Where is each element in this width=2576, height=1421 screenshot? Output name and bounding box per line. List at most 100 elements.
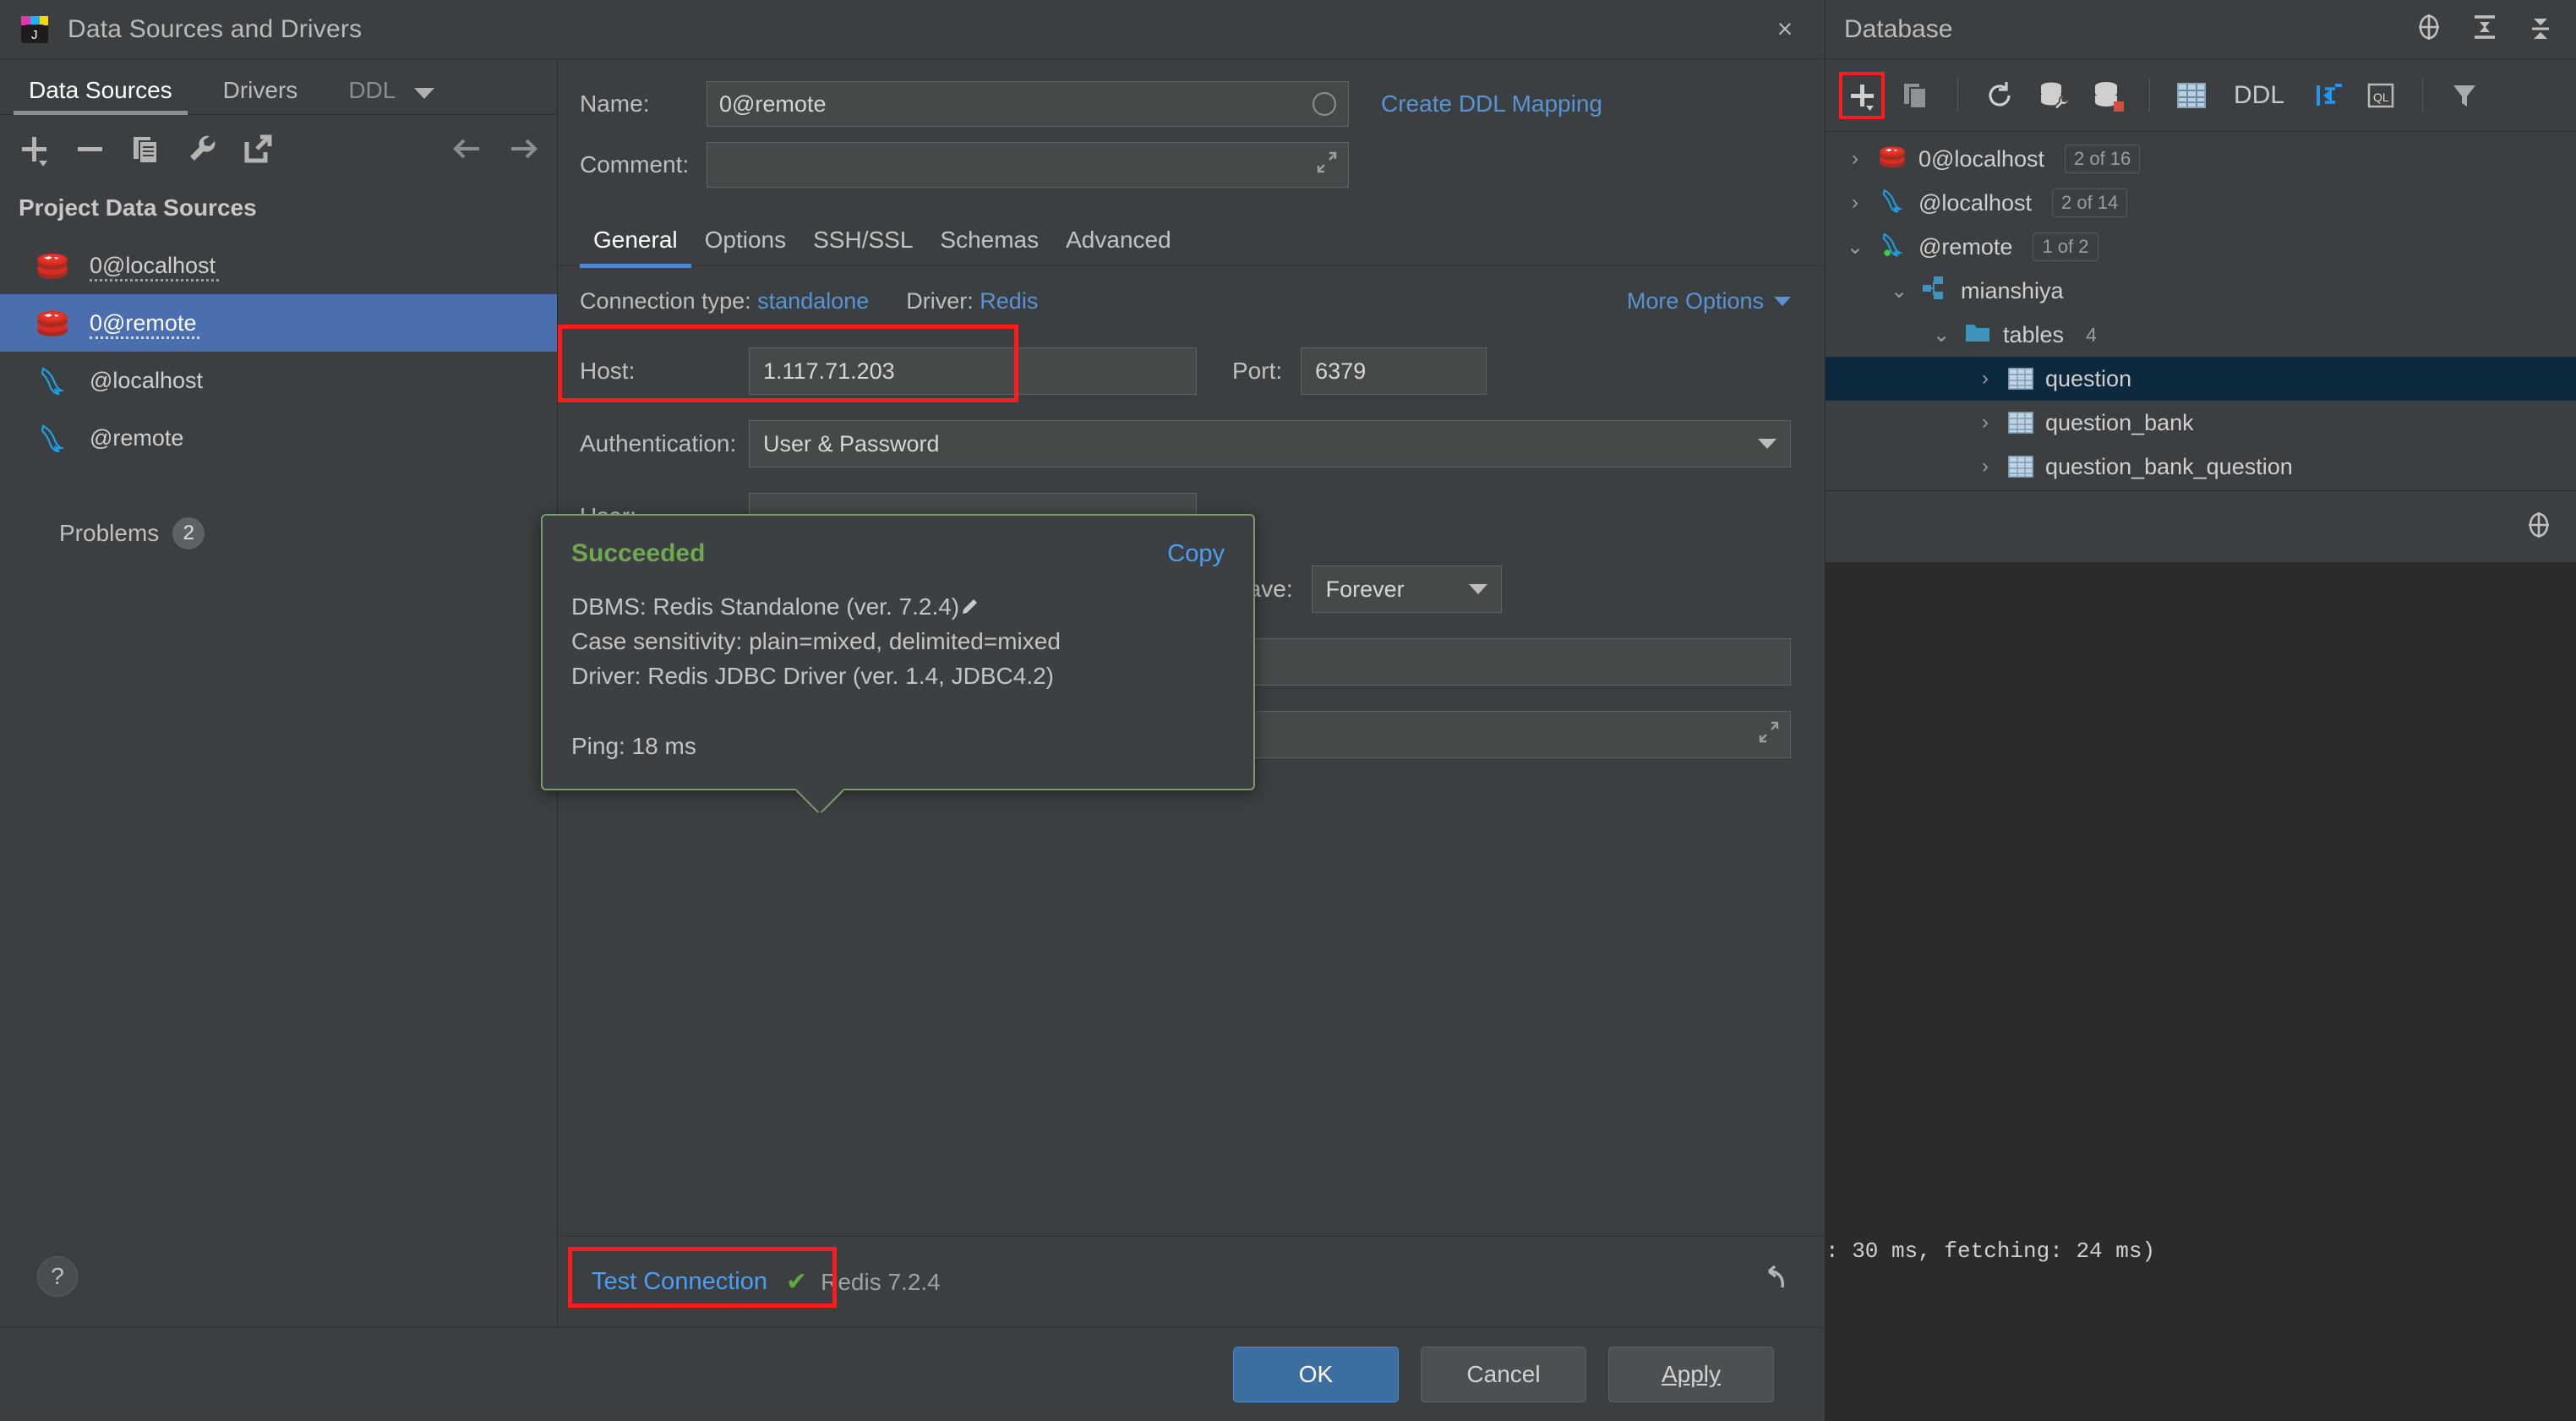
save-select[interactable]: Forever [1311,566,1502,613]
tab-advanced[interactable]: Advanced [1052,227,1185,265]
authentication-select[interactable]: User & Password [749,420,1791,467]
host-row: Host: 1.117.71.203 Port: 6379 [580,335,1791,407]
wrench-icon[interactable] [181,128,221,169]
copy-icon[interactable] [125,128,166,169]
chevron-right-icon[interactable]: › [1844,147,1866,171]
tab-schemas[interactable]: Schemas [926,227,1052,265]
list-item-localhost[interactable]: @localhost [0,352,557,409]
sync-icon[interactable] [2304,72,2350,119]
modify-data-source-icon[interactable] [2031,72,2077,119]
connection-info-row: Connection type: standalone Driver: Redi… [558,266,1825,330]
port-input[interactable]: 6379 [1301,347,1487,395]
disconnect-icon[interactable] [2085,72,2131,119]
toolbar-divider [2422,78,2423,112]
tab-drivers[interactable]: Drivers [215,77,307,114]
chevron-down-icon[interactable]: ⌄ [1844,235,1866,260]
authentication-row: Authentication: User & Password [580,407,1791,480]
add-data-source-button[interactable] [1839,71,1885,119]
problems-label: Problems [59,520,160,546]
jump-to-table-grid-icon[interactable] [2169,72,2214,119]
tab-ddl[interactable]: DDL [340,77,404,114]
tree-node-question-bank[interactable]: › question_bank [1826,401,2576,445]
driver-label: Driver: [906,288,974,314]
host-input[interactable]: 1.117.71.203 [749,347,1197,395]
tree-node-label: 0@localhost [1918,145,2044,172]
tree-node-0-localhost[interactable]: › 0@localhost 2 of 16 [1826,137,2576,181]
tree-node-mianshiya[interactable]: ⌄ mianshiya [1826,269,2576,313]
chevron-down-icon[interactable]: ⌄ [1930,323,1952,347]
problems-row[interactable]: Problems 2 [0,467,557,549]
name-input[interactable]: 0@remote [707,81,1349,127]
dialog-footer: OK Cancel Apply [0,1327,1825,1421]
expand-icon[interactable] [1758,721,1780,749]
chevron-down-icon[interactable]: ⌄ [1888,279,1910,303]
database-panel-header-icons [2412,10,2557,48]
comment-input[interactable] [707,142,1349,188]
tree-node-label: @localhost [1918,189,2032,216]
query-console-icon[interactable]: QL [2358,72,2404,119]
chevron-down-icon [1774,297,1791,306]
filter-funnel-icon[interactable] [2442,72,2487,119]
expand-icon[interactable] [1316,151,1338,179]
test-connection-button[interactable]: Test Connection [580,1258,779,1306]
locate-icon[interactable] [2412,10,2446,48]
hide-icon[interactable] [2524,10,2557,48]
dialog-title: Data Sources and Drivers [68,14,363,43]
tree-node-localhost[interactable]: › @localhost 2 of 14 [1826,181,2576,225]
cancel-button[interactable]: Cancel [1421,1347,1586,1402]
chevron-right-icon[interactable]: › [1974,455,1996,478]
tab-general[interactable]: General [580,227,691,268]
chevron-right-icon[interactable]: › [1844,191,1866,215]
list-item-0-remote[interactable]: 0@remote [0,294,557,352]
chevron-down-icon[interactable] [414,88,435,99]
list-item-0-localhost[interactable]: 0@localhost [0,237,557,294]
authentication-label: Authentication: [580,430,737,456]
export-icon[interactable] [237,128,277,169]
tree-node-question[interactable]: › question [1826,357,2576,401]
tree-node-question-bank-question[interactable]: › question_bank_question [1826,445,2576,489]
pencil-icon[interactable] [959,593,980,614]
forward-arrow-icon[interactable] [503,128,543,169]
tree-node-label: @remote [1918,233,2013,260]
remove-data-source-button[interactable] [69,128,110,169]
left-panel: Data Sources Drivers DDL Project Data So… [0,59,558,1327]
copy-button[interactable]: Copy [1167,540,1225,568]
chevron-right-icon[interactable]: › [1974,411,1996,434]
app-root: J Data Sources and Drivers × Data Source… [0,0,2576,1421]
form-tabs: General Options SSH/SSL Schemas Advanced [558,211,1825,268]
tab-options[interactable]: Options [691,227,800,265]
list-item-remote[interactable]: @remote [0,409,557,467]
driver-value[interactable]: Redis [980,288,1038,314]
close-icon[interactable]: × [1766,10,1804,49]
ok-button[interactable]: OK [1233,1347,1399,1402]
folder-icon [1964,320,1991,350]
chevron-right-icon[interactable]: › [1974,367,1996,391]
tab-ssh-ssl[interactable]: SSH/SSL [800,227,926,265]
apply-button[interactable]: Apply [1608,1347,1774,1402]
more-options-button[interactable]: More Options [1627,288,1791,314]
mysql-dolphin-icon [35,363,69,397]
popup-tail [796,789,843,812]
database-tree: › 0@localhost 2 of 16 › @localhost 2 of … [1826,132,2576,490]
test-connection-row: Test Connection ✔ Redis 7.2.4 [558,1236,1825,1327]
refresh-icon[interactable] [1977,72,2022,119]
back-arrow-icon[interactable] [447,128,488,169]
connection-type-value[interactable]: standalone [757,288,869,314]
help-button[interactable]: ? [37,1256,78,1297]
ddl-button[interactable]: DDL [2223,72,2295,119]
locate-icon[interactable] [2522,508,2556,546]
tree-node-count: 4 [2086,323,2097,346]
dialog-body: Data Sources Drivers DDL Project Data So… [0,59,1825,1327]
tree-node-remote[interactable]: ⌄ @remote 1 of 2 [1826,225,2576,269]
name-label: Name: [580,90,650,117]
tree-node-badge: 2 of 14 [2051,189,2128,217]
copy-icon[interactable] [1893,72,1939,119]
tree-node-tables[interactable]: ⌄ tables 4 [1826,313,2576,357]
revert-icon[interactable] [1759,1262,1791,1302]
console-output[interactable]: : 30 ms, fetching: 24 ms) [1826,563,2576,1421]
table-icon [2008,368,2033,390]
collapse-all-icon[interactable] [2468,10,2502,48]
add-data-source-button[interactable] [14,128,54,169]
create-ddl-mapping-link[interactable]: Create DDL Mapping [1381,90,1602,118]
tab-data-sources[interactable]: Data Sources [14,77,188,115]
